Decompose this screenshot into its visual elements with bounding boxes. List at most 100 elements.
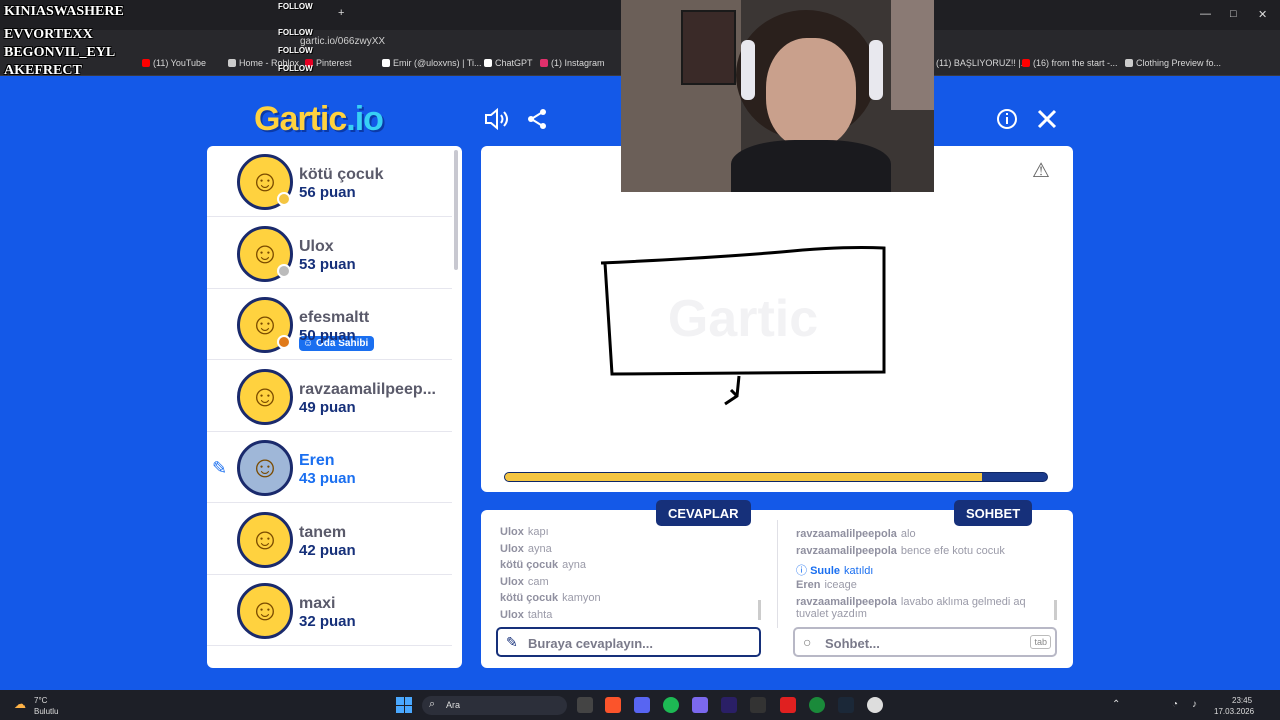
weather-temp[interactable]: 7°C [34, 696, 47, 705]
close-game-icon[interactable] [1033, 105, 1061, 133]
sound-icon[interactable] [483, 105, 511, 133]
bookmark-favicon-icon [1125, 59, 1133, 67]
discord-icon[interactable] [634, 697, 650, 713]
bookmark-label: Clothing Preview fo... [1136, 58, 1222, 68]
clock-date[interactable]: 17.03.2026 [1214, 707, 1254, 716]
tab-chat[interactable]: SOHBET [954, 500, 1033, 526]
taskbar-search[interactable]: ⌕ Ara [422, 696, 567, 715]
weather-icon[interactable]: ☁ [14, 697, 26, 711]
bookmark-label: (11) YouTube [153, 58, 207, 68]
follow-label-3: FOLLOW [278, 46, 313, 55]
weather-desc[interactable]: Bulutlu [34, 707, 58, 716]
steam-icon[interactable] [838, 697, 854, 713]
message-text: katıldı [844, 565, 874, 577]
message-text: tuvalet yazdım [796, 608, 867, 620]
new-tab-icon[interactable]: + [338, 7, 344, 19]
bookmark-item[interactable]: (11) YouTube [142, 58, 206, 68]
bookmark-item[interactable]: Clothing Preview fo... [1125, 58, 1221, 68]
answer-item: Ulox cam [500, 576, 549, 588]
chrome-icon[interactable] [867, 697, 883, 713]
canvas-watermark: Gartic [668, 290, 818, 348]
player-name: efesmaltt [299, 309, 370, 326]
player-row[interactable]: ☺ ravzaamalilpeep... 49 puan [207, 361, 452, 432]
start-button[interactable] [396, 697, 412, 713]
info-icon[interactable] [993, 105, 1021, 133]
time-progress-bar [504, 472, 1048, 482]
answer-input[interactable]: ✎ Buraya cevaplayın... [496, 627, 761, 657]
taskbar-search-label: Ara [446, 700, 461, 710]
drawing-canvas[interactable]: Gartic [481, 146, 1073, 492]
bookmark-label: ChatGPT [495, 58, 533, 68]
capcut-icon[interactable] [750, 697, 766, 713]
player-row[interactable]: ☺ kötü çocuk 56 puan [207, 146, 452, 217]
bookmark-item[interactable]: ChatGPT [484, 58, 533, 68]
bookmark-item[interactable]: (11) BAŞLIYORUZ!! |... [925, 58, 1028, 68]
volume-icon[interactable]: ♪ [1192, 699, 1197, 710]
answers-scrollbar[interactable] [758, 600, 761, 620]
tray-chevron-icon[interactable]: ⌃ [1112, 699, 1120, 710]
bookmark-item[interactable]: Emir (@uloxvns) | Ti... [382, 58, 481, 68]
player-avatar: ☺ [237, 511, 293, 568]
message-text: ayna [562, 559, 586, 571]
message-user: Ulox [500, 542, 524, 555]
chat-scrollbar[interactable] [1054, 600, 1057, 620]
player-row[interactable]: ☺ tanem 42 puan [207, 504, 452, 575]
chat-bubble-icon: ○ [803, 634, 812, 650]
share-icon[interactable] [523, 105, 551, 133]
tab-answers[interactable]: CEVAPLAR [656, 500, 751, 526]
brave-icon[interactable] [605, 697, 621, 713]
avatar-face-icon: ☺ [249, 308, 281, 341]
chat-message: Eren iceage [796, 579, 857, 591]
bookmark-item[interactable]: (16) from the start -... [1022, 58, 1118, 68]
message-user: Ulox [500, 608, 524, 621]
answer-placeholder: Buraya cevaplayın... [528, 636, 654, 651]
gartic-logo: Gartic.io [254, 100, 384, 139]
answer-item: Ulox tahta [500, 609, 552, 621]
close-window-icon[interactable]: ✕ [1258, 8, 1267, 21]
webcam-headphone-right [869, 40, 883, 100]
minimize-icon[interactable]: — [1200, 8, 1211, 20]
xbox-icon[interactable] [809, 697, 825, 713]
avatar-face-icon: ☺ [249, 379, 281, 413]
player-avatar: ☺ [237, 583, 293, 639]
player-row[interactable]: ☺ efesmaltt 50 puan [207, 289, 452, 360]
follow-label-2: FOLLOW [278, 28, 313, 37]
player-row[interactable]: ☺ Ulox 53 puan [207, 218, 452, 289]
bookmark-item[interactable]: (1) Instagram [540, 58, 605, 68]
report-warning-icon[interactable]: ⚠ [1032, 158, 1050, 183]
answer-item: kötü çocuk ayna [500, 559, 586, 571]
app-icon[interactable] [692, 697, 708, 713]
player-list: ☺ kötü çocuk 56 puan ☺ Ulox 53 puan ☺ Oda Sahi… [207, 146, 462, 668]
message-user: ravzaamalilpeepola [796, 596, 897, 608]
player-list-scrollbar[interactable] [454, 150, 458, 270]
player-score: 56 puan [299, 184, 356, 201]
maximize-icon[interactable]: □ [1230, 8, 1237, 20]
panel-divider [777, 520, 778, 628]
chat-input[interactable]: ○ Sohbet... tab [793, 627, 1057, 657]
webcam-poster [681, 10, 736, 85]
bookmark-label: Emir (@uloxvns) | Ti... [393, 58, 482, 68]
bookmark-favicon-icon [484, 59, 492, 67]
file-explorer-icon[interactable] [577, 697, 593, 713]
clock-time[interactable]: 23:45 [1232, 696, 1252, 705]
wifi-icon[interactable]: ◔ [1172, 699, 1178, 710]
search-icon: ⌕ [429, 698, 436, 710]
player-name: kötü çocuk [299, 166, 384, 183]
spotify-icon[interactable] [663, 697, 679, 713]
message-user: ravzaamalilpeepola [796, 528, 897, 540]
avatar-face-icon: ☺ [249, 522, 281, 556]
message-user: kötü çocuk [500, 592, 559, 604]
message-text: alo [900, 528, 916, 540]
chat-message: ⓘ Suule katıldı [796, 562, 873, 578]
bookmark-favicon-icon [228, 59, 236, 67]
webcam-headphone-left [741, 40, 755, 100]
message-user: Ulox [500, 526, 524, 538]
player-status-dot [277, 192, 291, 206]
player-score: 42 puan [299, 541, 356, 559]
premiere-icon[interactable] [721, 697, 737, 713]
player-row[interactable]: ☺ Eren 43 puan [207, 432, 452, 503]
webcam-person-shirt [731, 140, 891, 192]
roblox-icon[interactable] [780, 697, 796, 713]
bookmark-label: (16) from the start -... [1033, 58, 1118, 68]
player-row[interactable]: ☺ maxi 32 puan [207, 575, 452, 646]
